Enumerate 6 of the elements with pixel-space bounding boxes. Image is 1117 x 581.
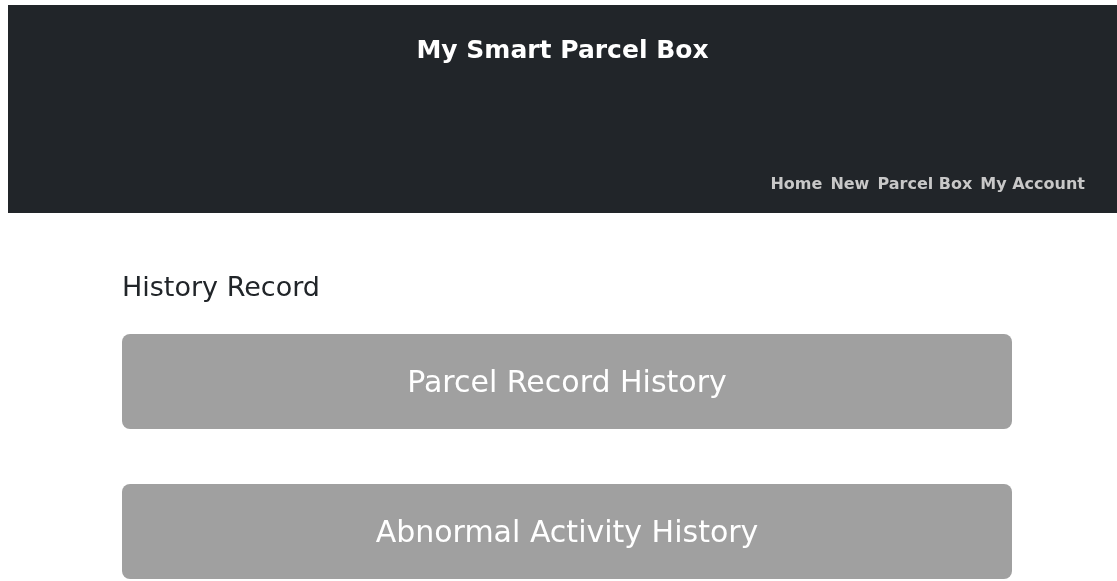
site-title: My Smart Parcel Box bbox=[416, 35, 709, 64]
nav-link[interactable]: Home bbox=[770, 174, 823, 193]
nav-link[interactable]: My Account bbox=[980, 174, 1085, 193]
nav-link[interactable]: New bbox=[830, 174, 870, 193]
section-heading: History Record bbox=[122, 271, 320, 302]
nav-link[interactable]: Parcel Box bbox=[877, 174, 973, 193]
